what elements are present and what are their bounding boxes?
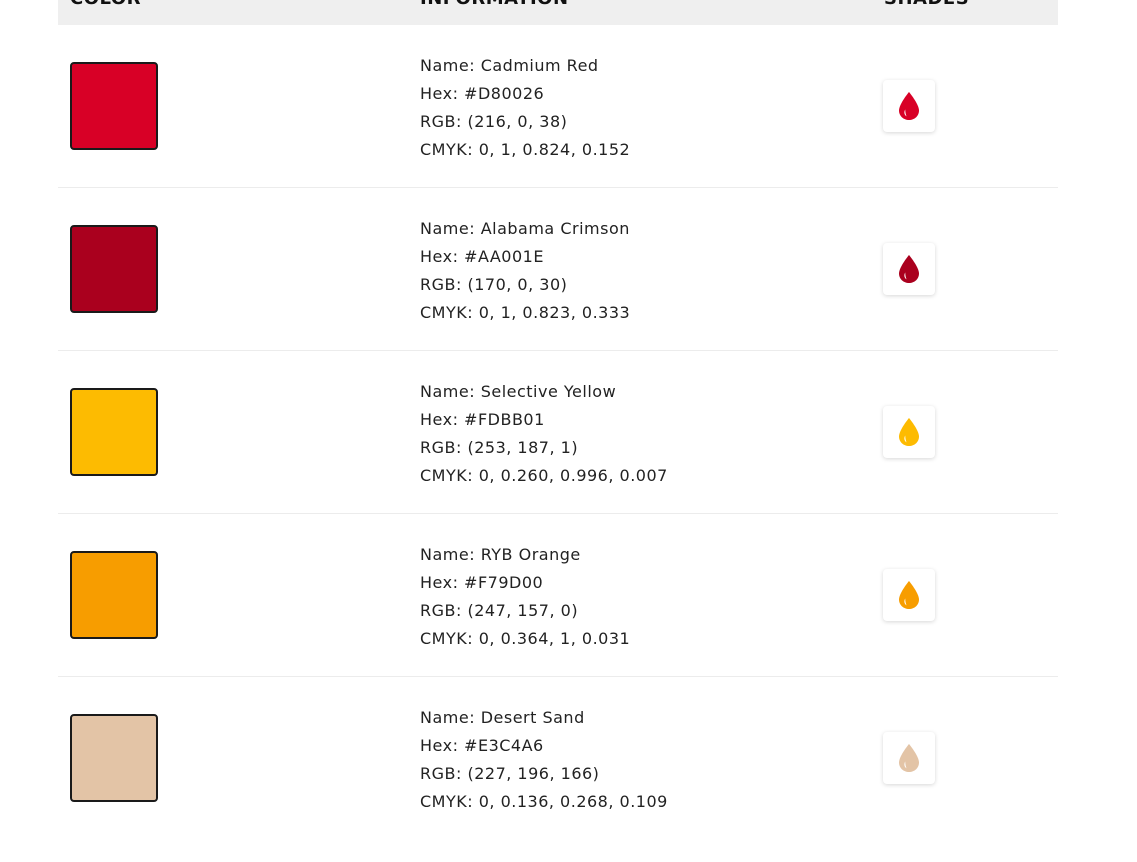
color-cmyk: CMYK: 0, 1, 0.824, 0.152: [420, 140, 631, 159]
color-name: Name: RYB Orange: [420, 545, 581, 564]
color-rgb: RGB: (227, 196, 166): [420, 764, 600, 783]
color-rgb: RGB: (170, 0, 30): [420, 275, 568, 294]
shades-button[interactable]: [883, 80, 935, 132]
color-name: Name: Cadmium Red: [420, 56, 599, 75]
header-shades: SHADES: [884, 0, 969, 9]
color-table: COLOR INFORMATION SHADES Name: Cadmium R…: [58, 0, 1058, 839]
table-row: Name: Desert Sand Hex: #E3C4A6 RGB: (227…: [58, 677, 1058, 839]
color-info: Name: Selective Yellow Hex: #FDBB01 RGB:…: [420, 378, 668, 490]
header-color: COLOR: [70, 0, 141, 9]
header-information: INFORMATION: [420, 0, 569, 9]
color-swatch[interactable]: [70, 388, 158, 476]
color-cmyk: CMYK: 0, 0.364, 1, 0.031: [420, 629, 631, 648]
shades-button[interactable]: [883, 243, 935, 295]
color-info: Name: RYB Orange Hex: #F79D00 RGB: (247,…: [420, 541, 630, 653]
table-row: Name: Cadmium Red Hex: #D80026 RGB: (216…: [58, 25, 1058, 188]
color-name: Name: Alabama Crimson: [420, 219, 630, 238]
color-swatch[interactable]: [70, 225, 158, 313]
table-header: COLOR INFORMATION SHADES: [58, 0, 1058, 25]
color-info: Name: Alabama Crimson Hex: #AA001E RGB: …: [420, 215, 630, 327]
color-hex: Hex: #F79D00: [420, 573, 544, 592]
shades-button[interactable]: [883, 406, 935, 458]
color-name: Name: Selective Yellow: [420, 382, 617, 401]
color-rgb: RGB: (247, 157, 0): [420, 601, 579, 620]
drop-icon: [899, 581, 919, 609]
color-hex: Hex: #FDBB01: [420, 410, 545, 429]
color-info: Name: Cadmium Red Hex: #D80026 RGB: (216…: [420, 52, 630, 164]
color-swatch[interactable]: [70, 551, 158, 639]
color-cmyk: CMYK: 0, 1, 0.823, 0.333: [420, 303, 631, 322]
color-info: Name: Desert Sand Hex: #E3C4A6 RGB: (227…: [420, 704, 668, 816]
color-cmyk: CMYK: 0, 0.136, 0.268, 0.109: [420, 792, 668, 811]
table-row: Name: Selective Yellow Hex: #FDBB01 RGB:…: [58, 351, 1058, 514]
color-swatch[interactable]: [70, 714, 158, 802]
drop-icon: [899, 92, 919, 120]
color-hex: Hex: #E3C4A6: [420, 736, 544, 755]
drop-icon: [899, 744, 919, 772]
shades-button[interactable]: [883, 569, 935, 621]
color-rgb: RGB: (253, 187, 1): [420, 438, 579, 457]
color-swatch[interactable]: [70, 62, 158, 150]
color-rgb: RGB: (216, 0, 38): [420, 112, 568, 131]
table-row: Name: RYB Orange Hex: #F79D00 RGB: (247,…: [58, 514, 1058, 677]
drop-icon: [899, 255, 919, 283]
color-hex: Hex: #D80026: [420, 84, 545, 103]
table-row: Name: Alabama Crimson Hex: #AA001E RGB: …: [58, 188, 1058, 351]
color-hex: Hex: #AA001E: [420, 247, 544, 266]
table-body: Name: Cadmium Red Hex: #D80026 RGB: (216…: [58, 25, 1058, 839]
color-cmyk: CMYK: 0, 0.260, 0.996, 0.007: [420, 466, 668, 485]
drop-icon: [899, 418, 919, 446]
shades-button[interactable]: [883, 732, 935, 784]
color-name: Name: Desert Sand: [420, 708, 585, 727]
